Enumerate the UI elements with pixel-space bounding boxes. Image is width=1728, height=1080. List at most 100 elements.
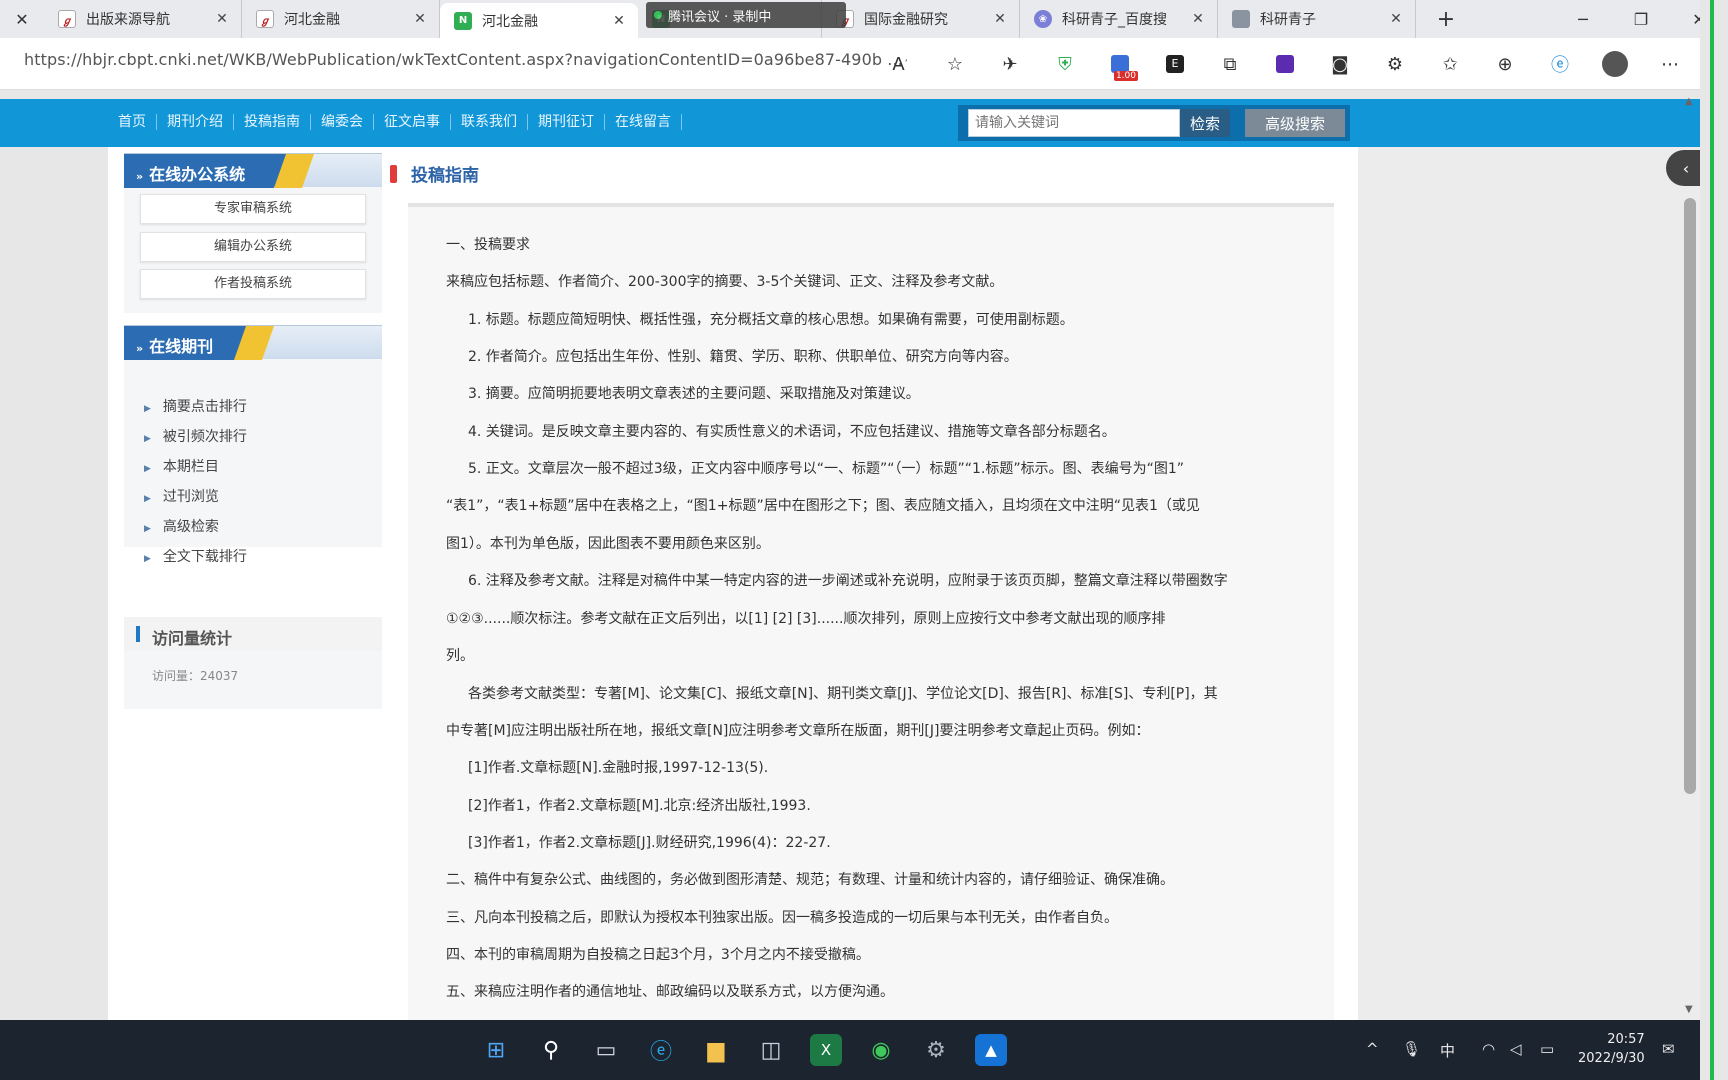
tab-6[interactable]: ❀ 科研青子_百度搜 ✕ [1020, 0, 1218, 38]
avatar[interactable] [1595, 46, 1635, 82]
search-icon[interactable]: ⚲ [535, 1034, 567, 1066]
paragraph: 6. 注释及参考文献。注释是对稿件中某一特定内容的进一步阐述或补充说明，应附录于… [468, 573, 1228, 589]
extensions-puzzle-icon[interactable]: ⚙ [1375, 46, 1415, 82]
extension-speed-icon[interactable]: 1.00 [1100, 46, 1140, 82]
tab-2[interactable]: ℊ 河北金融 ✕ [242, 0, 440, 38]
wechat-icon[interactable]: ◉ [865, 1034, 897, 1066]
paragraph: 来稿应包括标题、作者简介、200-300字的摘要、3-5个关键词、正文、注释及参… [446, 274, 1004, 290]
reference-example: [2]作者1，作者2.文章标题[M].北京:经济出版社,1993. [468, 798, 811, 814]
volume-icon[interactable]: ◁ [1510, 1040, 1522, 1058]
journal-link-citations[interactable]: ▶ 被引频次排行 [144, 426, 247, 446]
task-view-icon[interactable]: ▭ [590, 1034, 622, 1066]
search-button[interactable]: 检索 [1180, 109, 1230, 137]
page-body: » 在线办公系统 专家审稿系统 编辑办公系统 作者投稿系统 » 在线期刊 ▶ 摘要点击… [108, 147, 1358, 1020]
close-icon[interactable]: ✕ [0, 0, 44, 38]
author-submission-system-button[interactable]: 作者投稿系统 [140, 269, 366, 299]
excel-icon[interactable]: X [810, 1034, 842, 1066]
extension-e-icon[interactable]: E [1155, 46, 1195, 82]
nav-link-contact[interactable]: 联系我们 [451, 114, 528, 130]
settings-gear-icon[interactable]: ⚙ [920, 1034, 952, 1066]
chevron-right-icon: » [136, 170, 144, 183]
favorites-icon[interactable]: ✩ [1430, 46, 1470, 82]
advanced-search-button[interactable]: 高级搜索 [1245, 109, 1345, 137]
journal-link-past-issues[interactable]: ▶ 过刊浏览 [144, 486, 219, 506]
nav-link-message[interactable]: 在线留言 [605, 114, 682, 130]
scrollbar-thumb[interactable] [1684, 198, 1696, 794]
close-icon[interactable]: ✕ [1189, 11, 1207, 27]
edge-browser-icon[interactable]: ⓔ [645, 1034, 677, 1066]
paragraph: 1. 标题。标题应简短明快、概括性强，充分概括文章的核心思想。如果确有需要，可使… [468, 312, 1074, 328]
triangle-right-icon: ▶ [144, 464, 151, 474]
journal-link-downloads[interactable]: ▶ 全文下载排行 [144, 546, 247, 566]
tab-3-active[interactable]: N 河北金融 ✕ [440, 3, 638, 38]
nav-link-call-for-papers[interactable]: 征文启事 [374, 114, 451, 130]
browser-toolbar: Aʼ ☆ ✈ ⛨ 1.00 E ⧉ ◙ ⚙ ✩ ⊕ ⓔ ⋯ [880, 46, 1705, 82]
office-panel-title: 在线办公系统 [149, 165, 246, 184]
restore-icon[interactable]: ❐ [1612, 0, 1670, 38]
new-tab-button[interactable]: + [1424, 0, 1468, 38]
journal-link-abstract-clicks[interactable]: ▶ 摘要点击排行 [144, 396, 247, 416]
page-title: 投稿指南 [411, 166, 479, 186]
extension-bird-icon[interactable]: ✈ [990, 46, 1030, 82]
collections-icon[interactable]: ⊕ [1485, 46, 1525, 82]
meeting-app-icon[interactable]: ▲ [975, 1034, 1007, 1066]
reference-example: [3]作者1，作者2.文章标题[J].财经研究,1996(4)：22-27. [468, 835, 831, 851]
nav-link-home[interactable]: 首页 [118, 114, 157, 130]
paragraph: 5. 正文。文章层次一般不超过3级，正文内容中顺序号以“一、标题”“（一）标题”… [468, 461, 1185, 477]
close-icon[interactable]: ✕ [411, 11, 429, 27]
cnki-icon: ℊ [256, 10, 274, 28]
read-aloud-icon[interactable]: Aʼ [880, 46, 920, 82]
tab-label: 出版来源导航 [86, 12, 170, 28]
windows-start-icon[interactable]: ⊞ [480, 1034, 512, 1066]
more-menu-icon[interactable]: ⋯ [1650, 46, 1690, 82]
nav-link-journal-intro[interactable]: 期刊介绍 [157, 114, 234, 130]
reference-example: [1]作者.文章标题[N].金融时报,1997-12-13(5). [468, 760, 769, 776]
copy-icon[interactable]: ⧉ [1210, 46, 1250, 82]
minimize-icon[interactable]: ─ [1554, 0, 1612, 38]
address-bar: https://hbjr.cbpt.cnki.net/WKB/WebPublic… [0, 38, 1728, 90]
close-icon[interactable]: ✕ [213, 11, 231, 27]
expert-review-system-button[interactable]: 专家审稿系统 [140, 194, 366, 224]
tab-1[interactable]: ℊ 出版来源导航 ✕ [44, 0, 242, 38]
system-clock[interactable]: 20:57 2022/9/30 [1578, 1030, 1645, 1068]
tab-label: 科研青子_百度搜 [1062, 12, 1167, 28]
page-background-right [1358, 147, 1710, 1020]
chevron-up-icon[interactable]: ^ [1366, 1040, 1379, 1058]
triangle-right-icon: ▶ [144, 524, 151, 534]
favorite-add-icon[interactable]: ☆ [935, 46, 975, 82]
notification-icon[interactable]: ✉ [1662, 1040, 1675, 1058]
shield-icon[interactable]: ⛨ [1045, 46, 1085, 82]
nav-link-submission-guide[interactable]: 投稿指南 [234, 114, 311, 130]
paragraph: 3. 摘要。应简明扼要地表明文章表述的主要问题、采取措施及对策建议。 [468, 386, 920, 402]
paragraph: 五、来稿应注明作者的通信地址、邮政编码以及联系方式，以方便沟通。 [446, 984, 894, 1000]
tab-7[interactable]: 科研青子 ✕ [1218, 0, 1416, 38]
overlay-text: 腾讯会议 · 录制中 [668, 9, 772, 25]
store-icon[interactable]: ◫ [755, 1034, 787, 1066]
article-content: 一、投稿要求 来稿应包括标题、作者简介、200-300字的摘要、3-5个关键词、… [408, 207, 1334, 1020]
scroll-up-icon[interactable]: ▲ [1685, 96, 1693, 107]
keyword-search-input[interactable] [968, 109, 1180, 137]
edge-bar-icon[interactable]: ⓔ [1540, 46, 1580, 82]
file-explorer-icon[interactable]: ▆ [700, 1034, 732, 1066]
paragraph: 4. 关键词。是反映文章主要内容的、有实质性意义的术语词，不应包括建议、措施等文… [468, 424, 1116, 440]
scroll-down-icon[interactable]: ▼ [1685, 1004, 1693, 1015]
paragraph: 四、本刊的审稿周期为自投稿之日起3个月，3个月之内不接受撤稿。 [446, 947, 870, 963]
nav-link-subscribe[interactable]: 期刊征订 [528, 114, 605, 130]
wifi-icon[interactable]: ◠ [1482, 1040, 1495, 1058]
ime-indicator[interactable]: 中 [1440, 1040, 1455, 1061]
close-icon[interactable]: ✕ [1387, 11, 1405, 27]
close-icon[interactable]: ✕ [610, 13, 628, 29]
close-icon[interactable]: ✕ [991, 11, 1009, 27]
tab-5[interactable]: ℊ 国际金融研究 ✕ [822, 0, 1020, 38]
nav-link-editorial-board[interactable]: 编委会 [311, 114, 374, 130]
microphone-icon[interactable]: 🎙 [1402, 1040, 1421, 1058]
url-field[interactable]: https://hbjr.cbpt.cnki.net/WKB/WebPublic… [24, 50, 903, 69]
meeting-recording-overlay[interactable]: 腾讯会议 · 录制中 [646, 2, 846, 28]
editor-office-system-button[interactable]: 编辑办公系统 [140, 232, 366, 262]
journal-link-advanced-search[interactable]: ▶ 高级检索 [144, 516, 219, 536]
extension-purple-icon[interactable] [1265, 46, 1305, 82]
extension-controller-icon[interactable]: ◙ [1320, 46, 1360, 82]
battery-icon[interactable]: ▭ [1540, 1040, 1554, 1058]
gray-page-icon [1232, 10, 1250, 28]
journal-link-current-issue[interactable]: ▶ 本期栏目 [144, 456, 219, 476]
